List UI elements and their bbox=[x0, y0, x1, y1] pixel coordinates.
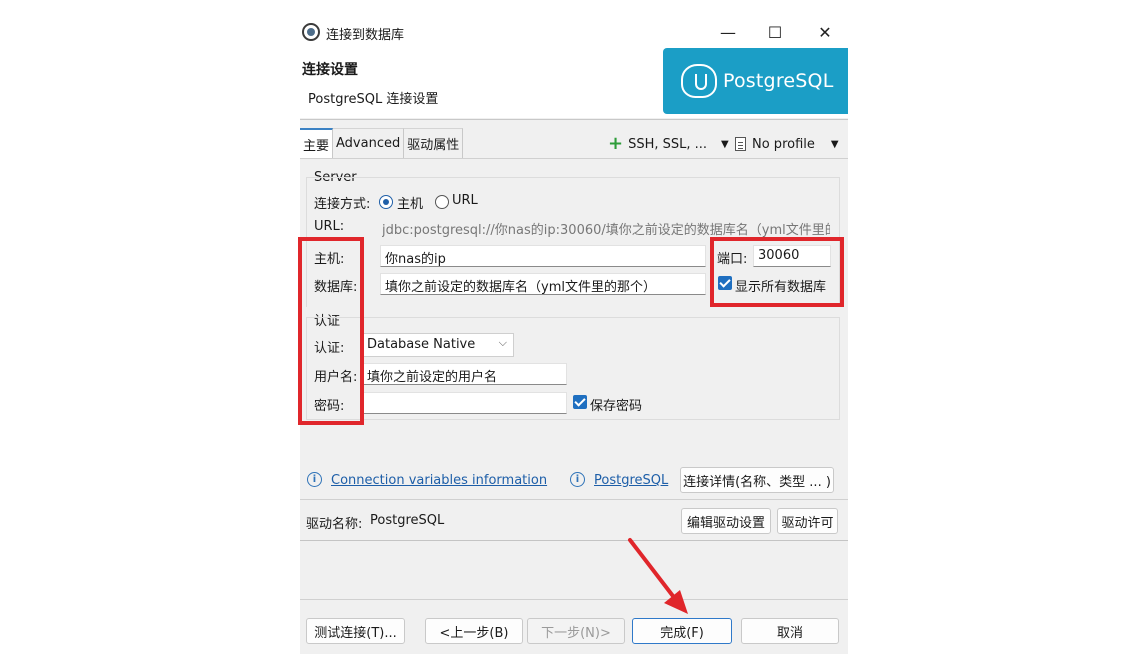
page-title: 连接设置 bbox=[302, 62, 358, 78]
auth-select[interactable]: Database Native ⌵ bbox=[362, 333, 514, 357]
test-connection-button[interactable]: 测试连接(T)... bbox=[306, 618, 405, 644]
mode-host-radio[interactable] bbox=[379, 195, 393, 209]
main-settings-panel: Server 连接方式: 主机 URL URL: jdbc:postgresql… bbox=[300, 158, 848, 540]
host-input[interactable]: 你nas的ip bbox=[380, 245, 706, 267]
mode-url-radio[interactable] bbox=[435, 195, 449, 209]
tab-advanced[interactable]: Advanced bbox=[333, 128, 405, 158]
postgresql-link[interactable]: PostgreSQL bbox=[594, 473, 668, 488]
profile-label: No profile bbox=[752, 136, 815, 152]
maximize-button[interactable]: ☐ bbox=[752, 18, 798, 46]
save-password-checkbox[interactable] bbox=[573, 395, 587, 409]
annotation-box-port bbox=[710, 237, 844, 307]
connect-dialog: 连接到数据库 — ☐ ✕ 连接设置 PostgreSQL 连接设置 Postgr… bbox=[300, 18, 848, 654]
driver-name-value: PostgreSQL bbox=[370, 513, 445, 528]
close-button[interactable]: ✕ bbox=[802, 18, 848, 46]
tab-bar: 主要 Advanced 驱动属性 bbox=[300, 128, 464, 158]
ssh-ssl-dropdown[interactable]: + SSH, SSL, ... ▼ bbox=[608, 134, 729, 154]
next-button[interactable]: 下一步(N)> bbox=[527, 618, 625, 644]
minimize-button[interactable]: — bbox=[705, 18, 751, 46]
dbeaver-app-icon bbox=[302, 23, 320, 41]
auth-select-value: Database Native bbox=[367, 337, 476, 352]
footer-area: 测试连接(T)... <上一步(B) 下一步(N)> 完成(F) 取消 bbox=[300, 540, 848, 654]
footer-top-divider bbox=[300, 540, 848, 541]
footer-divider bbox=[300, 599, 848, 600]
plus-icon: + bbox=[608, 133, 624, 154]
driver-license-button[interactable]: 驱动许可 bbox=[777, 508, 838, 534]
driver-divider bbox=[300, 499, 848, 500]
header-divider bbox=[300, 119, 848, 120]
driver-name-label: 驱动名称: bbox=[306, 517, 363, 532]
title-bar: 连接到数据库 — ☐ ✕ bbox=[300, 18, 848, 46]
profile-dropdown[interactable]: No profile ▼ bbox=[735, 134, 839, 154]
info-icon: i bbox=[570, 472, 585, 487]
info-icon: i bbox=[307, 472, 322, 487]
logo-text: PostgreSQL bbox=[723, 70, 834, 92]
edit-driver-settings-button[interactable]: 编辑驱动设置 bbox=[681, 508, 771, 534]
mode-url-label[interactable]: URL bbox=[452, 193, 478, 208]
password-input[interactable] bbox=[362, 392, 567, 414]
url-field[interactable]: jdbc:postgresql://你nas的ip:30060/填你之前设定的数… bbox=[382, 219, 830, 238]
connection-details-button[interactable]: 连接详情(名称、类型 ... ) bbox=[680, 467, 834, 493]
dropdown-arrow-icon: ▼ bbox=[830, 138, 839, 150]
dialog-header: 连接设置 PostgreSQL 连接设置 PostgreSQL bbox=[300, 46, 848, 118]
connect-mode-label: 连接方式: bbox=[314, 197, 371, 212]
ssh-ssl-label: SSH, SSL, ... bbox=[628, 136, 708, 152]
dropdown-arrow-icon: ▼ bbox=[721, 138, 729, 150]
tab-driver-properties[interactable]: 驱动属性 bbox=[404, 128, 464, 158]
postgresql-logo: PostgreSQL bbox=[663, 48, 848, 114]
elephant-icon bbox=[681, 64, 717, 98]
connection-variables-link[interactable]: Connection variables information bbox=[331, 473, 547, 488]
mode-host-label[interactable]: 主机 bbox=[397, 193, 423, 212]
username-input[interactable]: 填你之前设定的用户名 bbox=[362, 363, 567, 385]
back-button[interactable]: <上一步(B) bbox=[425, 618, 523, 644]
cancel-button[interactable]: 取消 bbox=[741, 618, 839, 644]
tab-main[interactable]: 主要 bbox=[300, 128, 334, 158]
url-label: URL: bbox=[314, 219, 345, 234]
database-input[interactable]: 填你之前设定的数据库名（yml文件里的那个） bbox=[380, 273, 706, 295]
chevron-down-icon: ⌵ bbox=[498, 336, 507, 349]
annotation-box-labels bbox=[298, 237, 364, 425]
document-icon bbox=[735, 137, 746, 151]
page-subtitle: PostgreSQL 连接设置 bbox=[308, 92, 439, 107]
finish-button[interactable]: 完成(F) bbox=[632, 618, 732, 644]
save-password-label[interactable]: 保存密码 bbox=[590, 395, 642, 414]
window-title: 连接到数据库 bbox=[326, 28, 405, 43]
